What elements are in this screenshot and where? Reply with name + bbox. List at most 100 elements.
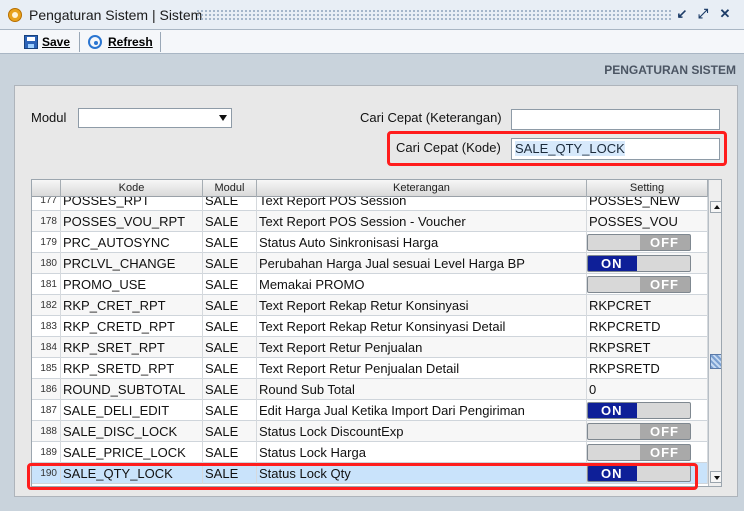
table-row[interactable]: 181 PROMO_USE SALE Memakai PROMO OFF xyxy=(32,274,708,295)
refresh-button[interactable]: Refresh xyxy=(88,32,161,52)
cell-kode: POSSES_RPT xyxy=(61,197,203,211)
cell-setting: ON xyxy=(587,400,708,421)
cell-setting[interactable]: RKPCRET xyxy=(587,295,708,316)
setting-toggle-label: ON xyxy=(601,403,623,418)
app-icon xyxy=(8,8,22,22)
cell-keterangan: Perubahan Harga Jual sesuai Level Harga … xyxy=(257,253,587,274)
setting-toggle-label: ON xyxy=(601,466,623,481)
table-row[interactable]: 186 ROUND_SUBTOTAL SALE Round Sub Total 0 xyxy=(32,379,708,400)
table-row[interactable]: 189 SALE_PRICE_LOCK SALE Status Lock Harga O… xyxy=(32,442,708,463)
setting-toggle-label: OFF xyxy=(650,445,679,460)
window-title: Pengaturan Sistem | Sistem xyxy=(29,7,203,23)
table-row[interactable]: 184 RKP_SRET_RPT SALE Text Report Retur Pen… xyxy=(32,337,708,358)
table-row[interactable]: 178 POSSES_VOU_RPT SALE Text Report POS Ses… xyxy=(32,211,708,232)
row-number: 177 xyxy=(32,197,61,211)
close-icon[interactable]: ✕ xyxy=(717,6,733,22)
table-row[interactable]: 187 SALE_DELI_EDIT SALE Edit Harga Jual Ket… xyxy=(32,400,708,421)
setting-value: RKPSRET xyxy=(589,340,651,355)
cell-setting: ON xyxy=(587,253,708,274)
table-row[interactable]: 185 RKP_SRETD_RPT SALE Text Report Retur Pe… xyxy=(32,358,708,379)
cell-modul: SALE xyxy=(203,358,257,379)
refresh-label: Refresh xyxy=(108,35,153,49)
setting-toggle[interactable]: ON xyxy=(587,255,691,272)
setting-toggle-label: OFF xyxy=(650,277,679,292)
scrollbar-thumb[interactable] xyxy=(710,354,721,369)
quick-search-code-value: SALE_QTY_LOCK xyxy=(515,141,625,156)
chevron-down-icon xyxy=(219,115,227,121)
setting-toggle[interactable]: OFF xyxy=(587,234,691,251)
cell-keterangan: Edit Harga Jual Ketika Import Dari Pengi… xyxy=(257,400,587,421)
save-button[interactable]: Save xyxy=(24,32,80,52)
cell-modul: SALE xyxy=(203,274,257,295)
cell-setting[interactable]: RKPCRETD xyxy=(587,316,708,337)
cell-modul: SALE xyxy=(203,197,257,211)
save-label: Save xyxy=(42,35,71,49)
cell-kode: PRC_AUTOSYNC xyxy=(61,232,203,253)
header-keterangan[interactable]: Keterangan xyxy=(257,180,587,197)
header-modul[interactable]: Modul xyxy=(203,180,257,197)
cell-modul: SALE xyxy=(203,463,257,484)
row-number: 182 xyxy=(32,295,61,316)
quick-search-code-input[interactable]: SALE_QTY_LOCK xyxy=(511,138,720,160)
table-body: 177 POSSES_RPT SALE Text Report POS Session… xyxy=(32,197,708,486)
setting-toggle[interactable]: OFF xyxy=(587,423,691,440)
cell-kode: RKP_CRETD_RPT xyxy=(61,316,203,337)
scroll-down-icon[interactable] xyxy=(710,471,721,483)
cell-kode: ROUND_SUBTOTAL xyxy=(61,379,203,400)
table-row[interactable]: 180 PRCLVL_CHANGE SALE Perubahan Harga Jual… xyxy=(32,253,708,274)
cell-setting[interactable]: RKPSRETD xyxy=(587,358,708,379)
toolbar: Save Refresh xyxy=(0,30,744,54)
row-number: 181 xyxy=(32,274,61,295)
cell-kode: SALE_DISC_LOCK xyxy=(61,421,203,442)
setting-toggle[interactable]: OFF xyxy=(587,444,691,461)
row-number: 185 xyxy=(32,358,61,379)
table-row[interactable]: 179 PRC_AUTOSYNC SALE Status Auto Sinkronis… xyxy=(32,232,708,253)
restore-icon[interactable]: ↙ xyxy=(674,6,690,22)
cell-modul: SALE xyxy=(203,379,257,400)
cell-setting[interactable]: 0 xyxy=(587,379,708,400)
cell-setting[interactable]: POSSES_VOU xyxy=(587,211,708,232)
cell-keterangan: Status Lock DiscountExp xyxy=(257,421,587,442)
row-number: 190 xyxy=(32,463,61,484)
cell-setting[interactable]: RKPSRET xyxy=(587,337,708,358)
table-row[interactable]: 182 RKP_CRET_RPT SALE Text Report Rekap Ret… xyxy=(32,295,708,316)
table-row[interactable]: 190 SALE_QTY_LOCK SALE Status Lock Qty ON xyxy=(32,463,708,484)
row-number: 189 xyxy=(32,442,61,463)
row-number: 184 xyxy=(32,337,61,358)
settings-table[interactable]: Kode Modul Keterangan Setting 177 POSSES_… xyxy=(31,179,722,487)
cell-kode: POSSES_VOU_RPT xyxy=(61,211,203,232)
setting-toggle[interactable]: ON xyxy=(587,465,691,482)
cell-modul: SALE xyxy=(203,400,257,421)
header-kode[interactable]: Kode xyxy=(61,180,203,197)
setting-toggle[interactable]: OFF xyxy=(587,276,691,293)
setting-value: POSSES_NEW xyxy=(589,197,681,208)
setting-toggle-label: ON xyxy=(601,256,623,271)
cell-kode: SALE_PRICE_LOCK xyxy=(61,442,203,463)
module-select[interactable] xyxy=(78,108,232,128)
cell-setting[interactable]: POSSES_NEW xyxy=(587,197,708,211)
section-title: PENGATURAN SISTEM xyxy=(604,63,736,77)
window-controls: ↙ ⤢ ✕ xyxy=(674,6,736,24)
cell-modul: SALE xyxy=(203,316,257,337)
cell-keterangan: Text Report POS Session - Voucher xyxy=(257,211,587,232)
table-row[interactable]: 183 RKP_CRETD_RPT SALE Text Report Rekap Re… xyxy=(32,316,708,337)
cell-setting: OFF xyxy=(587,274,708,295)
table-row[interactable]: 188 SALE_DISC_LOCK SALE Status Lock Discoun… xyxy=(32,421,708,442)
quick-search-description-input[interactable] xyxy=(511,109,720,130)
vertical-scrollbar[interactable] xyxy=(708,180,721,486)
setting-value: RKPCRET xyxy=(589,298,652,313)
cell-keterangan: Status Lock Harga xyxy=(257,442,587,463)
quick-search-code-label: Cari Cepat (Kode) xyxy=(396,140,501,155)
header-setting[interactable]: Setting xyxy=(587,180,708,197)
cell-modul: SALE xyxy=(203,442,257,463)
cell-keterangan: Text Report Rekap Retur Konsinyasi Detai… xyxy=(257,316,587,337)
cell-keterangan: Text Report POS Session xyxy=(257,197,587,211)
setting-toggle[interactable]: ON xyxy=(587,402,691,419)
cell-setting: OFF xyxy=(587,421,708,442)
refresh-icon xyxy=(88,35,102,49)
table-row[interactable]: 177 POSSES_RPT SALE Text Report POS Session… xyxy=(32,197,708,211)
scroll-up-icon[interactable] xyxy=(710,201,721,213)
setting-value: POSSES_VOU xyxy=(589,214,678,229)
maximize-icon[interactable]: ⤢ xyxy=(695,6,711,22)
setting-toggle-label: OFF xyxy=(650,235,679,250)
